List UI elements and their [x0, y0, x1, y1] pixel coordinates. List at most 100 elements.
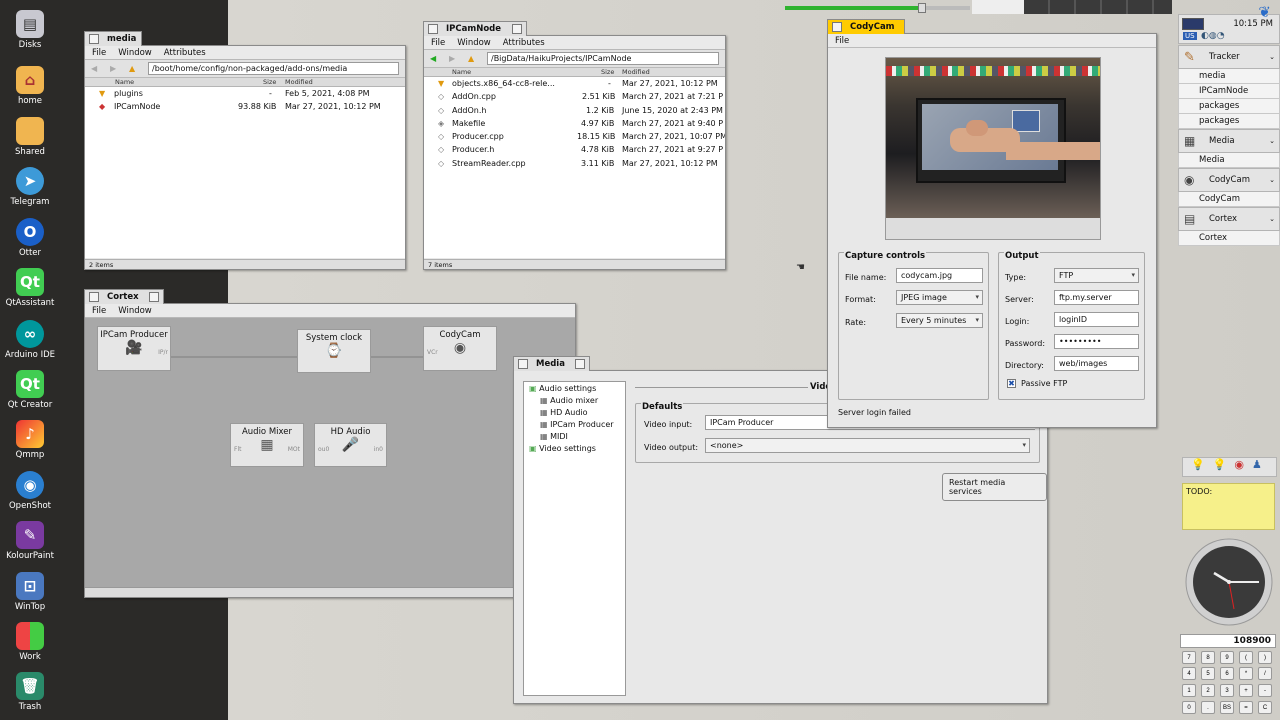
- close-button[interactable]: [832, 22, 842, 32]
- person-icon[interactable]: ♟: [1252, 458, 1270, 471]
- menu-window[interactable]: Window: [457, 38, 491, 48]
- deskbar-app-codycam[interactable]: ◉ CodyCam ⌄: [1178, 168, 1280, 192]
- list-item[interactable]: ◇ StreamReader.cpp 3.11 KiB Mar 27, 2021, 1…: [424, 157, 725, 170]
- desktop-icon-qtcreator[interactable]: Qt Qt Creator: [0, 370, 60, 410]
- node-audio-mixer[interactable]: Audio Mixer ▦ Flt MOt: [230, 423, 304, 467]
- calc-key[interactable]: -: [1258, 684, 1272, 697]
- horizontal-scrollbar[interactable]: [85, 587, 575, 597]
- column-size[interactable]: Size: [263, 78, 276, 86]
- calc-key[interactable]: BS: [1220, 701, 1234, 714]
- deskbar-app-media[interactable]: ▦ Media ⌄: [1178, 129, 1280, 153]
- calc-key[interactable]: C: [1258, 701, 1272, 714]
- slider-thumb[interactable]: [918, 3, 926, 13]
- column-size[interactable]: Size: [601, 68, 614, 76]
- tree-item-audio-settings[interactable]: ▣ Audio settings: [529, 384, 596, 393]
- window-tab[interactable]: Media: [513, 356, 590, 371]
- calc-key[interactable]: 3: [1220, 684, 1234, 697]
- type-select[interactable]: FTP: [1054, 268, 1139, 283]
- column-name[interactable]: Name: [115, 78, 134, 86]
- window-tab[interactable]: media: [84, 31, 142, 46]
- window-tab[interactable]: Cortex: [84, 289, 164, 304]
- output-port[interactable]: MOt: [288, 446, 300, 453]
- input-port[interactable]: ou0: [318, 446, 329, 453]
- desktop-icon-work[interactable]: Work: [0, 622, 60, 662]
- chevron-down-icon[interactable]: ⌄: [1269, 137, 1275, 145]
- close-button[interactable]: [89, 292, 99, 302]
- calc-key[interactable]: *: [1239, 667, 1253, 680]
- window-tab[interactable]: IPCamNode: [423, 21, 527, 36]
- login-field[interactable]: loginID: [1054, 312, 1139, 327]
- keyboard-layout-indicator[interactable]: US: [1183, 32, 1197, 40]
- column-name[interactable]: Name: [452, 68, 471, 76]
- tree-item-hd-audio[interactable]: ▦ HD Audio: [540, 408, 588, 417]
- desktop-icon-arduino[interactable]: ∞ Arduino IDE: [0, 320, 60, 360]
- list-item[interactable]: ◇ AddOn.cpp 2.51 KiB March 27, 2021 at 7:21…: [424, 90, 725, 103]
- lightbulb-icon[interactable]: 💡: [1191, 458, 1213, 471]
- workspace-switcher[interactable]: [972, 0, 1172, 14]
- desktop-icon-openshot[interactable]: ◉ OpenShot: [0, 471, 60, 511]
- deskbar-window-item[interactable]: Cortex: [1178, 231, 1280, 246]
- format-select[interactable]: JPEG image: [896, 290, 983, 305]
- zoom-button[interactable]: [575, 359, 585, 369]
- input-port[interactable]: VCr: [427, 349, 438, 356]
- calc-key[interactable]: .: [1201, 701, 1215, 714]
- deskbar-app-tracker[interactable]: ✎ Tracker ⌄: [1178, 45, 1280, 69]
- calc-key[interactable]: 9: [1220, 651, 1234, 664]
- list-item[interactable]: ◈ Makefile 4.97 KiB March 27, 2021 at 9:40 …: [424, 117, 725, 130]
- menu-attributes[interactable]: Attributes: [503, 38, 545, 48]
- calc-key[interactable]: 5: [1201, 667, 1215, 680]
- server-field[interactable]: ftp.my.server: [1054, 290, 1139, 305]
- desktop-icon-wintop[interactable]: ⊡ WinTop: [0, 572, 60, 612]
- list-item[interactable]: ◇ AddOn.h 1.2 KiB June 15, 2020 at 2:43 PM: [424, 104, 725, 117]
- tree-item-ipcam-producer[interactable]: ▦ IPCam Producer: [540, 420, 614, 429]
- back-arrow-icon[interactable]: ◀: [430, 54, 442, 64]
- forward-arrow-icon[interactable]: ▶: [449, 54, 461, 64]
- input-port[interactable]: Flt: [234, 446, 241, 453]
- todo-note[interactable]: TODO:: [1182, 483, 1275, 530]
- restart-media-services-button[interactable]: Restart media services: [942, 473, 1047, 501]
- output-port[interactable]: IP/r: [158, 349, 168, 356]
- zoom-button[interactable]: [149, 292, 159, 302]
- list-item[interactable]: ◆ IPCamNode 93.88 KiB Mar 27, 2021, 10:12 P…: [85, 100, 405, 113]
- lightbulb-icon[interactable]: 💡: [1213, 458, 1235, 471]
- directory-field[interactable]: web/images: [1054, 356, 1139, 371]
- calc-key[interactable]: 0: [1182, 701, 1196, 714]
- node-system-clock[interactable]: System clock ⌚: [297, 329, 371, 373]
- record-icon[interactable]: ◉: [1234, 458, 1252, 471]
- menu-window[interactable]: Window: [118, 48, 152, 58]
- rate-select[interactable]: Every 5 minutes: [896, 313, 983, 328]
- window-tab[interactable]: CodyCam: [827, 19, 905, 34]
- desktop-icon-otter[interactable]: O Otter: [0, 218, 60, 258]
- close-button[interactable]: [89, 34, 99, 44]
- calc-key[interactable]: 4: [1182, 667, 1196, 680]
- chevron-down-icon[interactable]: ⌄: [1269, 53, 1275, 61]
- back-arrow-icon[interactable]: ◀: [91, 64, 103, 74]
- chevron-down-icon[interactable]: ⌄: [1269, 215, 1275, 223]
- chevron-down-icon[interactable]: ⌄: [1269, 176, 1275, 184]
- menu-file[interactable]: File: [835, 36, 849, 46]
- calc-key[interactable]: 8: [1201, 651, 1215, 664]
- tree-item-midi[interactable]: ▦ MIDI: [540, 432, 568, 441]
- video-output-select[interactable]: <none>: [705, 438, 1030, 453]
- deskbar-window-item[interactable]: CodyCam: [1178, 192, 1280, 207]
- node-ipcam-producer[interactable]: IPCam Producer 🎥 IP/r: [97, 326, 171, 371]
- todo-text[interactable]: TODO:: [1186, 487, 1212, 496]
- deskbar-window-item[interactable]: packages: [1178, 114, 1280, 129]
- calc-key[interactable]: 6: [1220, 667, 1234, 680]
- menu-file[interactable]: File: [92, 48, 106, 58]
- calc-key[interactable]: ): [1258, 651, 1272, 664]
- calc-key[interactable]: 1: [1182, 684, 1196, 697]
- calc-key[interactable]: 2: [1201, 684, 1215, 697]
- output-port[interactable]: in0: [374, 446, 383, 453]
- workspace-current[interactable]: [972, 0, 1024, 14]
- node-codycam[interactable]: CodyCam ◉ VCr: [423, 326, 497, 371]
- volume-slider[interactable]: [785, 6, 970, 10]
- path-field[interactable]: /boot/home/config/non-packaged/add-ons/m…: [148, 62, 399, 75]
- desktop-icon-shared[interactable]: Shared: [0, 117, 60, 157]
- node-hd-audio[interactable]: HD Audio 🎤 ou0 in0: [314, 423, 387, 467]
- close-button[interactable]: [518, 359, 528, 369]
- column-modified[interactable]: Modified: [622, 68, 650, 76]
- list-item[interactable]: ◇ Producer.h 4.78 KiB March 27, 2021 at 9:2…: [424, 143, 725, 156]
- zoom-button[interactable]: [512, 24, 522, 34]
- calc-key[interactable]: 7: [1182, 651, 1196, 664]
